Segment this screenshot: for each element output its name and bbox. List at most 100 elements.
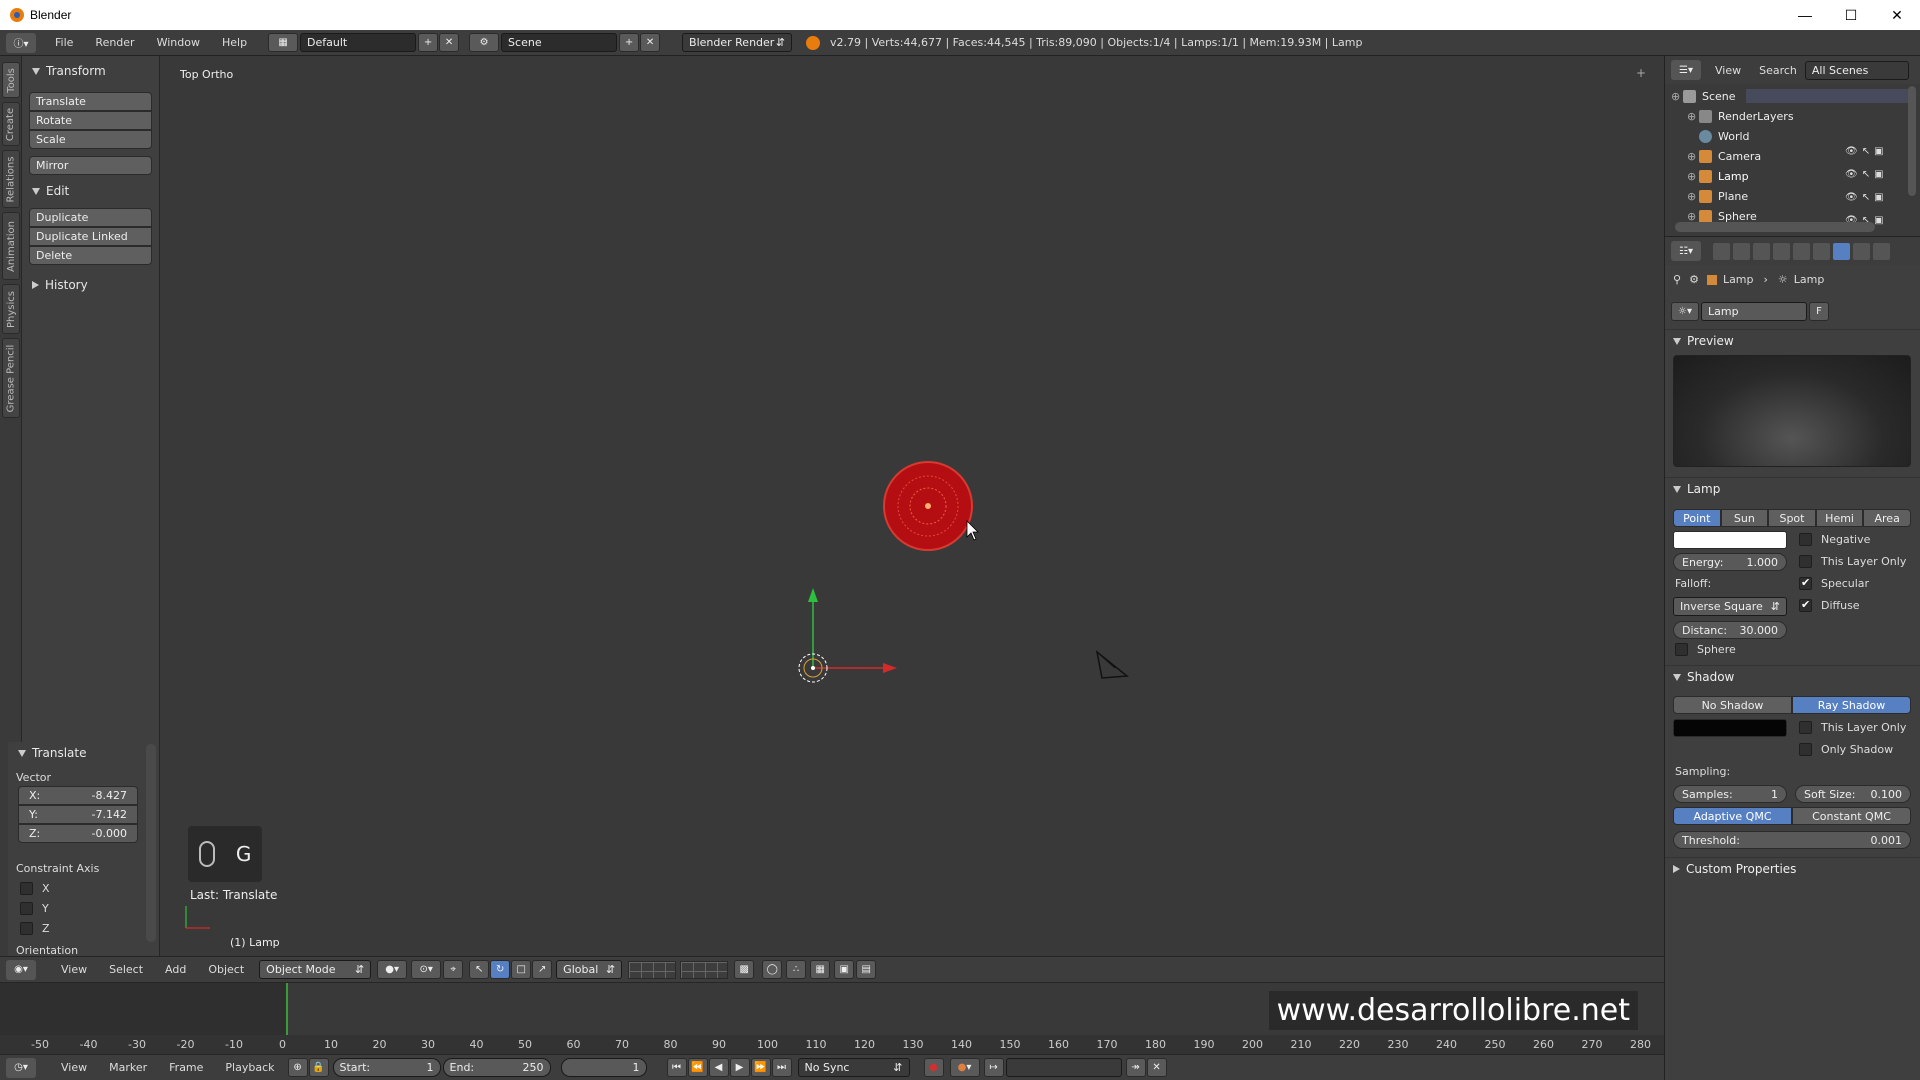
playhead[interactable] xyxy=(286,983,288,1035)
preview-range-icon[interactable]: ⊕ xyxy=(287,1058,308,1077)
editor-type-outliner-icon[interactable]: ☰▾ xyxy=(1671,60,1701,80)
keying-icon[interactable]: ● ▾ xyxy=(949,1058,980,1077)
maximize-button[interactable]: ☐ xyxy=(1828,0,1874,30)
scene-icon[interactable]: ⚙ xyxy=(469,33,500,52)
opengl-anim-icon[interactable]: ▤ xyxy=(856,960,877,979)
menu-render[interactable]: Render xyxy=(84,36,145,49)
adaptive-qmc-button[interactable]: Adaptive QMC xyxy=(1673,807,1792,825)
datablock-name-field[interactable]: Lamp xyxy=(1701,302,1807,321)
history-panel-header[interactable]: History xyxy=(22,274,88,296)
editor-type-properties-icon[interactable]: ☷▾ xyxy=(1671,241,1701,261)
editor-type-3d-icon[interactable]: ◉▾ xyxy=(6,959,36,980)
outliner-row-scene[interactable]: ⊕ Scene xyxy=(1671,86,1911,106)
insert-keyframe-icon[interactable]: ↠ xyxy=(1125,1058,1146,1077)
play-reverse-icon[interactable]: ◀ xyxy=(708,1058,729,1077)
scale-manipulator-icon[interactable]: □ xyxy=(511,960,532,979)
region-toggle-icon[interactable]: + xyxy=(1636,66,1646,80)
lock-layers-icon[interactable]: ▩ xyxy=(734,960,755,979)
manipulator-toggle-icon[interactable]: ⌖ xyxy=(443,960,464,979)
menu-window[interactable]: Window xyxy=(146,36,211,49)
rotate-manipulator-icon[interactable]: ↻ xyxy=(490,960,511,979)
transform-orientation-select[interactable]: Global ⇵ xyxy=(556,960,623,979)
shadow-this-layer-only-checkbox[interactable]: This Layer Only xyxy=(1799,721,1906,734)
custom-properties-header[interactable]: Custom Properties xyxy=(1673,859,1796,879)
menu-file[interactable]: File xyxy=(44,36,84,49)
translate-manipulator-icon[interactable]: ↖ xyxy=(469,960,490,979)
visibility-toggles[interactable]: 👁↖▣ 👁↖▣ 👁↖▣ 👁↖▣ xyxy=(1845,146,1915,226)
tab-relations[interactable]: Relations xyxy=(2,150,20,208)
render-tab-icon[interactable] xyxy=(1713,242,1730,260)
proportional-edit-icon[interactable]: ◯ xyxy=(762,960,783,979)
menu-select[interactable]: Select xyxy=(98,963,154,976)
layout-select[interactable]: Default xyxy=(300,33,417,52)
sphere-checkbox[interactable]: Sphere xyxy=(1675,643,1736,656)
outliner-hscrollbar[interactable] xyxy=(1675,222,1875,232)
timeline-area[interactable]: -50 -40 -30 -20 -10 0 10 20 30 40 50 60 70 80 90 100 110… xyxy=(0,982,1664,1054)
diffuse-checkbox[interactable]: Diffuse xyxy=(1799,598,1860,612)
shading-mode-icon[interactable]: ●▾ xyxy=(377,960,408,979)
ray-shadow-button[interactable]: Ray Shadow xyxy=(1792,696,1911,714)
add-layout-icon[interactable]: + xyxy=(418,33,439,52)
lamp-panel-header[interactable]: Lamp xyxy=(1673,479,1720,499)
edit-panel-header[interactable]: Edit xyxy=(22,180,69,202)
layers-grid-2[interactable] xyxy=(680,960,729,979)
soft-size-field[interactable]: Soft Size: 0.100 xyxy=(1795,785,1911,803)
constraint-z-checkbox[interactable]: Z xyxy=(8,918,148,938)
3d-viewport[interactable]: Top Ortho G Last: Translate (1) Lamp + xyxy=(160,56,1664,956)
operator-panel-header[interactable]: Translate xyxy=(8,742,87,764)
keying-set-field[interactable] xyxy=(1005,1058,1122,1077)
editor-type-info-icon[interactable]: ⓘ▾ xyxy=(6,32,36,53)
datablock-browse-icon[interactable]: ☼▾ xyxy=(1671,302,1699,321)
tab-tools[interactable]: Tools xyxy=(2,62,20,98)
lamp-type-spot[interactable]: Spot xyxy=(1768,509,1816,527)
lamp-type-area[interactable]: Area xyxy=(1863,509,1911,527)
this-layer-only-checkbox[interactable]: This Layer Only xyxy=(1799,555,1906,568)
menu-object[interactable]: Object xyxy=(197,963,255,976)
scene-tab-icon[interactable] xyxy=(1753,242,1770,260)
duplicate-button[interactable]: Duplicate xyxy=(29,208,152,227)
outliner-vscrollbar[interactable] xyxy=(1908,86,1916,196)
menu-timeline-view[interactable]: View xyxy=(50,1061,98,1074)
world-tab-icon[interactable] xyxy=(1773,242,1790,260)
outliner-row-renderlayers[interactable]: ⊕ RenderLayers xyxy=(1687,106,1920,126)
camera-object[interactable] xyxy=(1095,650,1129,679)
fake-user-button[interactable]: F xyxy=(1809,302,1829,321)
pin-icon[interactable]: ⚲ xyxy=(1673,273,1681,286)
record-icon[interactable]: ● xyxy=(923,1058,944,1077)
specular-checkbox[interactable]: Specular xyxy=(1799,576,1869,590)
operator-scrollbar[interactable] xyxy=(146,744,156,942)
lamp-object[interactable] xyxy=(883,461,973,551)
keyingset-icon[interactable]: ↦ xyxy=(983,1058,1004,1077)
render-engine-select[interactable]: Blender Render ⇵ xyxy=(682,33,793,52)
brush-tab-icon[interactable] xyxy=(1873,242,1890,260)
tab-grease-pencil[interactable]: Grease Pencil xyxy=(2,338,20,418)
lamp-type-hemi[interactable]: Hemi xyxy=(1815,509,1864,527)
threshold-field[interactable]: Threshold: 0.001 xyxy=(1673,831,1911,849)
object-tab-icon[interactable] xyxy=(1793,242,1810,260)
data-tab-icon[interactable] xyxy=(1833,242,1850,260)
menu-add[interactable]: Add xyxy=(154,963,197,976)
samples-field[interactable]: Samples: 1 xyxy=(1673,785,1787,803)
menu-view[interactable]: View xyxy=(50,963,98,976)
falloff-select[interactable]: Inverse Square ⇵ xyxy=(1673,597,1787,616)
renderlayers-tab-icon[interactable] xyxy=(1733,242,1750,260)
outliner-row-world[interactable]: World xyxy=(1699,126,1920,146)
manip-extra-icon[interactable]: ↗ xyxy=(532,960,553,979)
lock-range-icon[interactable]: 🔒 xyxy=(308,1058,329,1077)
scene-select[interactable]: Scene xyxy=(501,33,618,52)
remove-layout-icon[interactable]: ✕ xyxy=(439,33,460,52)
menu-frame[interactable]: Frame xyxy=(158,1061,214,1074)
jump-end-icon[interactable]: ⏭ xyxy=(771,1058,792,1077)
menu-help[interactable]: Help xyxy=(211,36,258,49)
menu-outliner-search[interactable]: Search xyxy=(1751,64,1805,77)
snap-icon[interactable]: ∴ xyxy=(786,960,807,979)
jump-start-icon[interactable]: ⏮ xyxy=(666,1058,687,1077)
negative-checkbox[interactable]: Negative xyxy=(1799,533,1870,546)
tab-physics[interactable]: Physics xyxy=(2,284,20,334)
translate-button[interactable]: Translate xyxy=(29,92,152,111)
energy-field[interactable]: Energy: 1.000 xyxy=(1673,553,1787,571)
texture-tab-icon[interactable] xyxy=(1853,242,1870,260)
lamp-type-sun[interactable]: Sun xyxy=(1720,509,1769,527)
tab-animation[interactable]: Animation xyxy=(2,212,20,280)
opengl-render-icon[interactable]: ▣ xyxy=(834,960,855,979)
